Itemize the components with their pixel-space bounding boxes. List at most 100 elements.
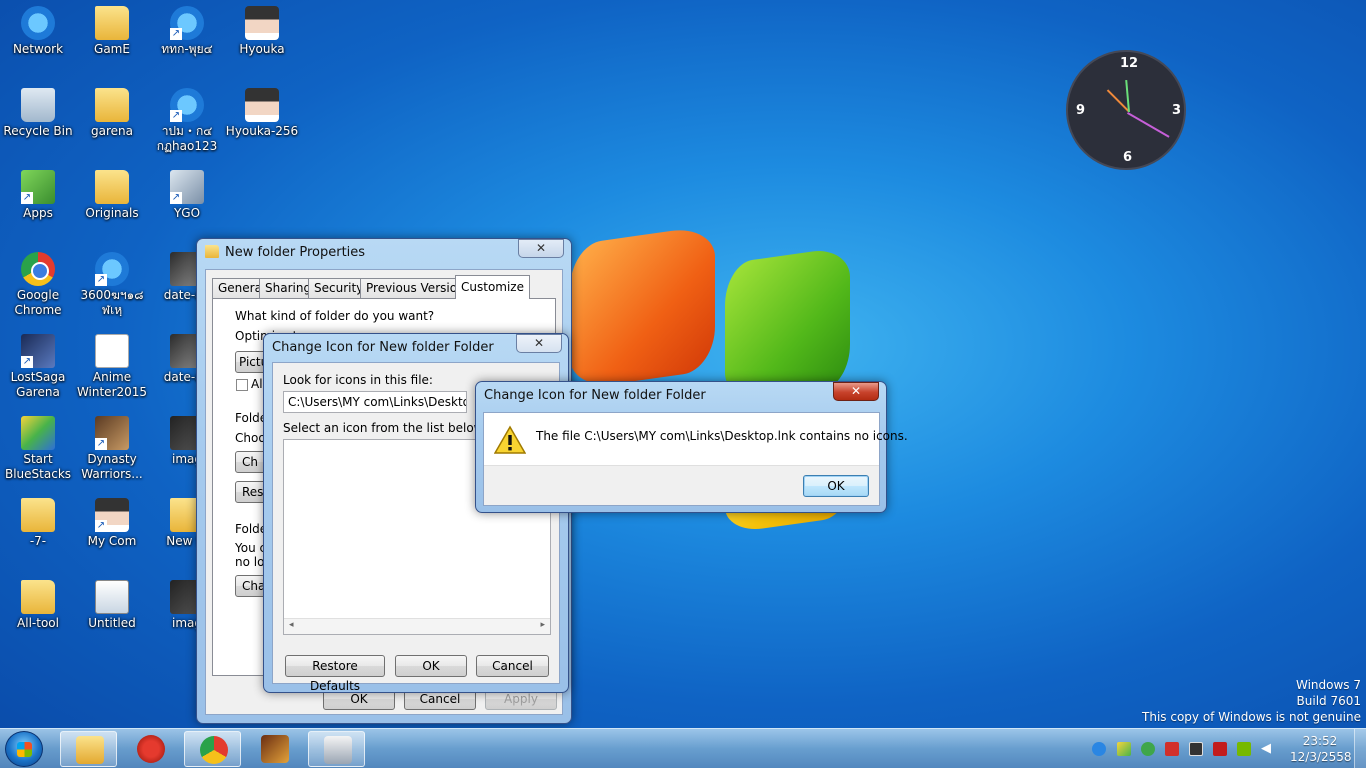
ie-tray-icon[interactable] bbox=[1092, 742, 1106, 756]
windows-watermark: Windows 7 Build 7601 This copy of Window… bbox=[1142, 678, 1361, 724]
image-file-icon bbox=[95, 580, 129, 614]
desktop-icon-untitled[interactable]: Untitled bbox=[74, 580, 150, 631]
desktop-icon-dynasty-warriors[interactable]: Dynasty Warriors... bbox=[74, 416, 150, 482]
desktop-icon-hyouka-256[interactable]: Hyouka-256 bbox=[224, 88, 300, 139]
error-message: The file C:\Users\MY com\Links\Desktop.l… bbox=[536, 429, 908, 443]
desktop-icon-my-com[interactable]: My Com bbox=[74, 498, 150, 549]
properties-title-text: New folder Properties bbox=[225, 245, 366, 260]
clock-numeral-3: 3 bbox=[1172, 103, 1182, 118]
ie-icon bbox=[95, 252, 129, 286]
desktop-icon-hyouka[interactable]: Hyouka bbox=[224, 6, 300, 57]
folder-icon bbox=[21, 498, 55, 532]
warning-icon bbox=[494, 425, 526, 454]
close-icon: ✕ bbox=[850, 384, 862, 398]
close-button[interactable]: ✕ bbox=[833, 382, 879, 401]
desktop-icon-folder-7[interactable]: -7- bbox=[0, 498, 76, 549]
tool-tray-icon[interactable] bbox=[1189, 742, 1203, 756]
update-tray-icon[interactable] bbox=[1141, 742, 1155, 756]
recycle-bin-icon bbox=[21, 88, 55, 122]
close-button[interactable]: ✕ bbox=[516, 334, 562, 353]
ie-icon bbox=[170, 88, 204, 122]
clock-numeral-9: 9 bbox=[1076, 103, 1086, 118]
start-button[interactable] bbox=[5, 731, 43, 767]
hyouka-icon bbox=[245, 88, 279, 122]
my-computer-icon bbox=[95, 498, 129, 532]
properties-title: New folder Properties bbox=[205, 245, 365, 260]
desktop-icon-hao123[interactable]: าปม・ก๔ กฏhao123 bbox=[149, 88, 225, 154]
folder-icon bbox=[95, 170, 129, 204]
taskbar-app-camera[interactable] bbox=[308, 731, 365, 767]
logo-red-pane bbox=[570, 224, 715, 391]
ygo-icon bbox=[170, 170, 204, 204]
folder-icon bbox=[76, 736, 104, 764]
watermark-line-3: This copy of Windows is not genuine bbox=[1142, 710, 1361, 724]
error-dialog-client: The file C:\Users\MY com\Links\Desktop.l… bbox=[483, 412, 908, 506]
folder-icon bbox=[95, 88, 129, 122]
error-dialog[interactable]: Change Icon for New folder Folder ✕ The … bbox=[475, 381, 908, 513]
chrome-icon bbox=[200, 736, 228, 764]
network-tray-icon[interactable] bbox=[1213, 742, 1227, 756]
tray-date: 12/3/2558 bbox=[1290, 750, 1352, 764]
look-for-icons-label: Look for icons in this file: bbox=[283, 373, 433, 387]
lostsaga-icon bbox=[21, 334, 55, 368]
taskbar-game[interactable] bbox=[246, 731, 303, 767]
error-ok-button[interactable]: OK bbox=[803, 475, 869, 497]
watermark-line-2: Build 7601 bbox=[1296, 694, 1361, 708]
folder-icon bbox=[205, 245, 219, 258]
ie-icon bbox=[170, 6, 204, 40]
desktop-icon-game[interactable]: GamE bbox=[74, 6, 150, 57]
clock-gadget[interactable]: 12 3 6 9 bbox=[1066, 50, 1186, 170]
desktop-icon-google-chrome[interactable]: Google Chrome bbox=[0, 252, 76, 318]
network-icon bbox=[21, 6, 55, 40]
desktop-icon-recycle-bin[interactable]: Recycle Bin bbox=[0, 88, 76, 139]
desktop-icon-shortcut-1[interactable]: ททก-พุย๔ bbox=[149, 6, 225, 57]
bluestacks-tray-icon[interactable] bbox=[1117, 742, 1131, 756]
folder-icon bbox=[95, 6, 129, 40]
change-icon-ok-button[interactable]: OK bbox=[395, 655, 467, 677]
apps-icon bbox=[21, 170, 55, 204]
desktop-icon-bluestacks[interactable]: Start BlueStacks bbox=[0, 416, 76, 482]
clock-numeral-12: 12 bbox=[1120, 56, 1139, 71]
horizontal-scrollbar[interactable]: ◂ ▸ bbox=[284, 618, 550, 634]
watermark-line-1: Windows 7 bbox=[1295, 678, 1361, 692]
taskbar-chrome[interactable] bbox=[184, 731, 241, 767]
close-icon: ✕ bbox=[533, 336, 545, 350]
desktop-icon-all-tool[interactable]: All-tool bbox=[0, 580, 76, 631]
desktop-icon-ygo[interactable]: YGO bbox=[149, 170, 225, 221]
desktop-icon-originals[interactable]: Originals bbox=[74, 170, 150, 221]
show-desktop-button[interactable] bbox=[1354, 729, 1366, 768]
document-icon bbox=[95, 334, 129, 368]
clock-numeral-6: 6 bbox=[1123, 150, 1133, 165]
taskbar-explorer[interactable] bbox=[60, 731, 117, 767]
taskbar-app-red[interactable] bbox=[122, 731, 179, 767]
scroll-right-icon[interactable]: ▸ bbox=[540, 620, 545, 630]
volume-icon[interactable]: ◀ bbox=[1261, 742, 1275, 756]
desktop-icon-lostsaga[interactable]: LostSaga Garena bbox=[0, 334, 76, 400]
group-title-folder-type: What kind of folder do you want? bbox=[235, 309, 435, 323]
clock-second-hand bbox=[1127, 112, 1170, 138]
camera-icon bbox=[324, 736, 352, 764]
change-icon-title: Change Icon for New folder Folder bbox=[272, 340, 494, 355]
bluestacks-icon bbox=[21, 416, 55, 450]
desktop-icon-shortcut-3600[interactable]: 3600ฆฯ๑๘ ฬเหฺ bbox=[74, 252, 150, 318]
tray-clock[interactable]: 23:52 12/3/2558 bbox=[1290, 733, 1352, 765]
restore-defaults-button[interactable]: Restore Defaults bbox=[285, 655, 385, 693]
app-tray-icon[interactable] bbox=[1165, 742, 1179, 756]
close-button[interactable]: ✕ bbox=[518, 239, 564, 258]
hyouka-icon bbox=[245, 6, 279, 40]
scroll-left-icon[interactable]: ◂ bbox=[289, 620, 294, 630]
change-icon-cancel-button[interactable]: Cancel bbox=[476, 655, 549, 677]
also-apply-checkbox[interactable] bbox=[236, 379, 248, 391]
desktop-icon-garena[interactable]: garena bbox=[74, 88, 150, 139]
icon-file-path-input[interactable]: C:\Users\MY com\Links\Desktop.lnk bbox=[283, 391, 467, 413]
nvidia-tray-icon[interactable] bbox=[1237, 742, 1251, 756]
select-icon-label: Select an icon from the list below: bbox=[283, 421, 487, 435]
desktop-icon-apps[interactable]: Apps bbox=[0, 170, 76, 221]
desktop-icon-network[interactable]: Network bbox=[0, 6, 76, 57]
error-dialog-title: Change Icon for New folder Folder bbox=[484, 388, 706, 403]
app-icon bbox=[137, 735, 165, 763]
desktop-icon-anime-winter[interactable]: Anime Winter2015 bbox=[74, 334, 150, 400]
tray-time: 23:52 bbox=[1302, 734, 1338, 748]
tab-customize[interactable]: Customize bbox=[455, 275, 530, 299]
chrome-icon bbox=[21, 252, 55, 286]
